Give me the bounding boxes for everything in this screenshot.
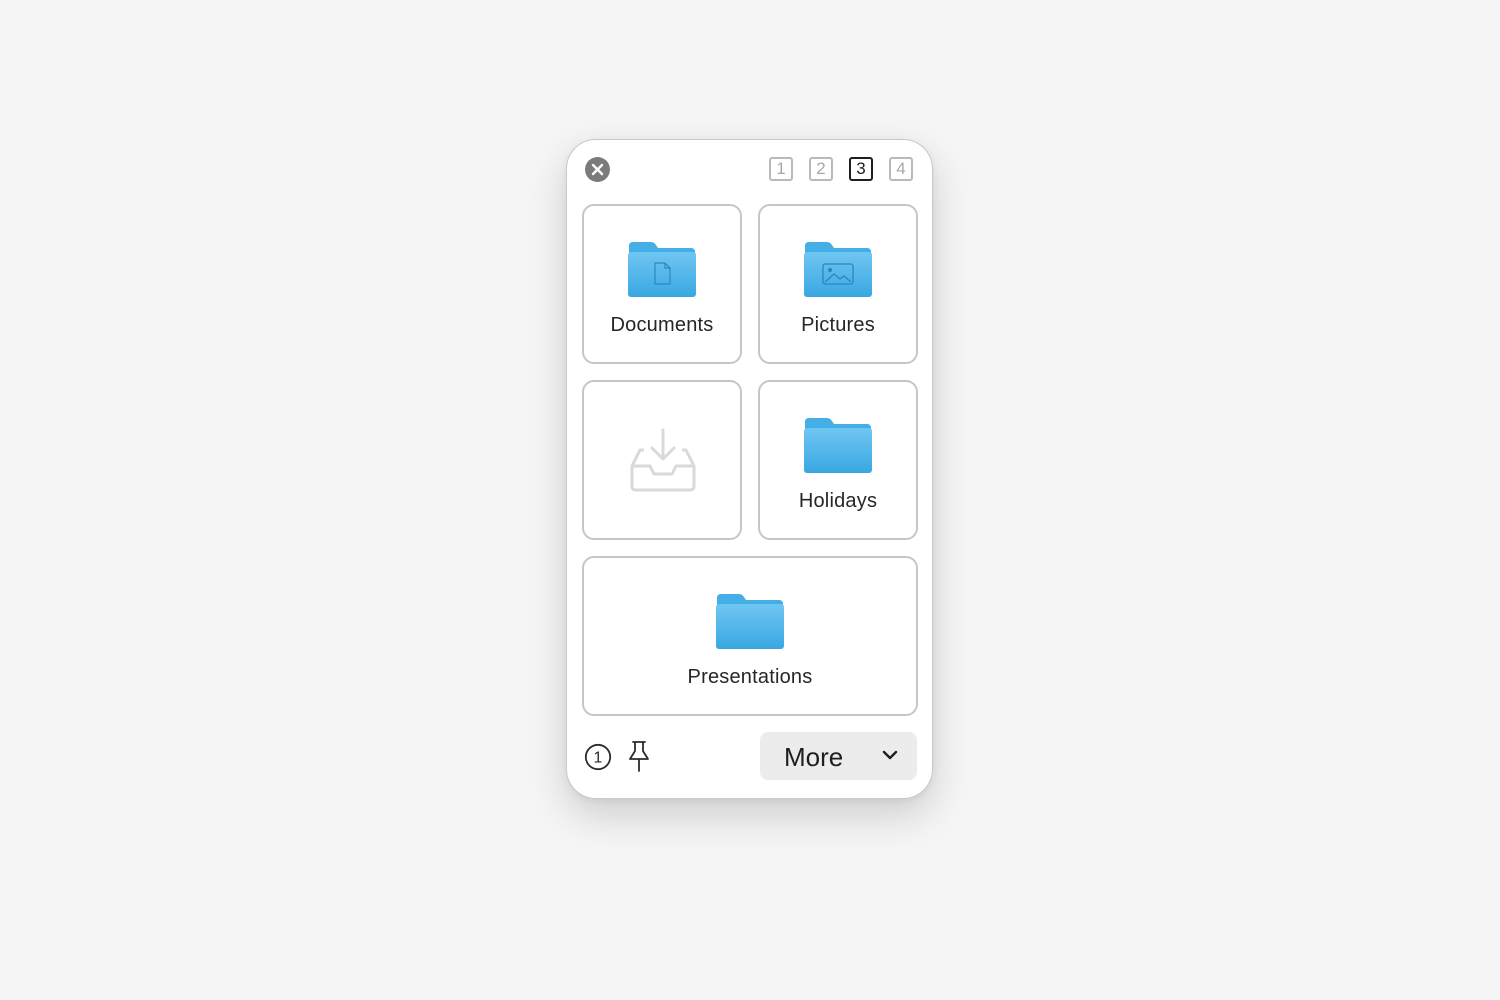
more-button-label: More	[784, 742, 844, 772]
tile-pictures[interactable]: Pictures	[758, 204, 918, 364]
close-icon	[591, 163, 604, 176]
inbox-tray-icon	[630, 428, 696, 492]
count-badge[interactable]: 1	[584, 743, 612, 771]
page-2-button[interactable]: 2	[809, 157, 833, 181]
page-selector: 1 2 3 4	[769, 157, 913, 181]
count-circle-icon: 1	[584, 743, 612, 771]
folder-document-icon	[628, 242, 696, 297]
more-button[interactable]: More	[760, 732, 917, 780]
close-button[interactable]	[585, 157, 610, 182]
tile-label: Pictures	[801, 314, 875, 336]
count-badge-text: 1	[594, 750, 603, 767]
page-1-button[interactable]: 1	[769, 157, 793, 181]
tile-presentations[interactable]: Presentations	[582, 556, 918, 716]
page-4-button[interactable]: 4	[889, 157, 913, 181]
tile-label: Documents	[610, 314, 714, 336]
shelf-window: 1 2 3 4 Documents Pictures Holidays Pres…	[566, 139, 933, 799]
tile-holidays[interactable]: Holidays	[758, 380, 918, 540]
tile-documents[interactable]: Documents	[582, 204, 742, 364]
tile-label: Holidays	[798, 490, 878, 512]
page-3-button[interactable]: 3	[849, 157, 873, 181]
pin-icon[interactable]	[626, 740, 652, 772]
folder-icon	[804, 418, 872, 473]
chevron-down-icon	[882, 750, 898, 760]
tile-label: Presentations	[687, 666, 813, 688]
tile-drop-zone[interactable]	[582, 380, 742, 540]
folder-pictures-icon	[804, 242, 872, 297]
folder-icon	[716, 594, 784, 649]
